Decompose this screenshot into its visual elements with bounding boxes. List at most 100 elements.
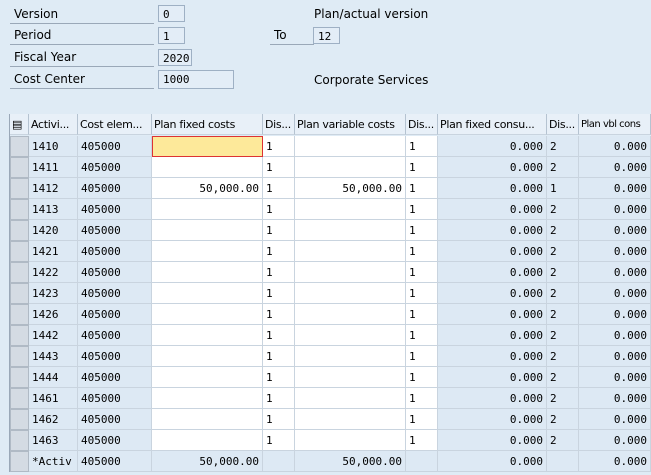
column-header-dist-key-variable[interactable]: Dis... [406, 114, 438, 135]
column-header-dist-key-fixed[interactable]: Dis... [263, 114, 295, 135]
dist-key-variable-cell[interactable]: 1 [406, 262, 438, 283]
row-selector[interactable] [10, 283, 29, 304]
dist-key-variable-cell[interactable]: 1 [406, 430, 438, 451]
column-header-plan-variable-costs[interactable]: Plan variable costs [295, 114, 406, 135]
dist-key-variable-cell[interactable]: 1 [406, 220, 438, 241]
plan-fixed-consumption-cell: 0.000 [438, 388, 547, 409]
row-selector[interactable] [10, 304, 29, 325]
dist-key-variable-cell[interactable]: 1 [406, 157, 438, 178]
dist-key-fixed-cell[interactable]: 1 [263, 367, 295, 388]
plan-variable-costs-cell[interactable] [295, 199, 406, 220]
plan-variable-costs-cell[interactable] [295, 136, 406, 157]
dist-key-fixed-cell[interactable]: 1 [263, 136, 295, 157]
plan-variable-costs-cell[interactable] [295, 262, 406, 283]
cost-element-cell: 405000 [78, 178, 152, 199]
dist-key-fixed-cell[interactable]: 1 [263, 178, 295, 199]
row-selector[interactable] [10, 367, 29, 388]
row-selector[interactable] [10, 346, 29, 367]
fiscal-year-label: Fiscal Year [10, 48, 154, 67]
dist-key-variable-cell[interactable]: 1 [406, 199, 438, 220]
column-header-plan-fixed-consumption[interactable]: Plan fixed consu... [438, 114, 547, 135]
row-selector[interactable] [10, 451, 29, 472]
plan-variable-costs-cell[interactable]: 50,000.00 [295, 178, 406, 199]
dist-key-fixed-cell[interactable]: 1 [263, 409, 295, 430]
plan-fixed-costs-cell[interactable] [152, 346, 263, 367]
dist-key-fixed-cell[interactable]: 1 [263, 262, 295, 283]
plan-fixed-costs-cell[interactable] [152, 157, 263, 178]
activity-cell: 1413 [29, 199, 78, 220]
plan-fixed-costs-cell[interactable] [152, 199, 263, 220]
dist-key-fixed-cell[interactable]: 1 [263, 304, 295, 325]
plan-fixed-costs-cell[interactable] [152, 283, 263, 304]
plan-fixed-costs-cell[interactable]: 50,000.00 [152, 178, 263, 199]
plan-variable-costs-cell[interactable] [295, 367, 406, 388]
row-selector[interactable] [10, 220, 29, 241]
row-selector[interactable] [10, 136, 29, 157]
row-selector[interactable] [10, 241, 29, 262]
plan-variable-costs-cell[interactable] [295, 409, 406, 430]
version-field[interactable]: 0 [158, 5, 185, 22]
activity-cell: 1423 [29, 283, 78, 304]
dist-key-fixed-cell[interactable]: 1 [263, 283, 295, 304]
dist-key-consumption-cell: 2 [547, 136, 579, 157]
row-selector[interactable] [10, 409, 29, 430]
fiscal-year-field[interactable]: 2020 [158, 49, 192, 66]
cost-center-field[interactable]: 1000 [158, 70, 234, 89]
dist-key-fixed-cell[interactable]: 1 [263, 220, 295, 241]
column-header-activity[interactable]: Activi... [29, 114, 78, 135]
plan-variable-costs-cell[interactable] [295, 283, 406, 304]
dist-key-variable-cell[interactable]: 1 [406, 136, 438, 157]
row-selector[interactable] [10, 388, 29, 409]
plan-variable-costs-cell[interactable] [295, 304, 406, 325]
dist-key-fixed-cell[interactable]: 1 [263, 388, 295, 409]
plan-fixed-costs-cell[interactable] [152, 388, 263, 409]
dist-key-variable-cell[interactable]: 1 [406, 304, 438, 325]
plan-fixed-costs-cell[interactable] [152, 304, 263, 325]
dist-key-fixed-cell [263, 451, 295, 472]
row-selector[interactable] [10, 178, 29, 199]
dist-key-variable-cell[interactable]: 1 [406, 283, 438, 304]
period-to-field[interactable]: 12 [313, 27, 340, 44]
row-selector[interactable] [10, 262, 29, 283]
dist-key-variable-cell[interactable]: 1 [406, 346, 438, 367]
plan-variable-consumption-cell: 0.000 [579, 178, 651, 199]
plan-variable-costs-cell[interactable] [295, 241, 406, 262]
plan-fixed-costs-cell[interactable] [152, 241, 263, 262]
select-all-icon[interactable]: ▤ [10, 114, 29, 135]
dist-key-fixed-cell[interactable]: 1 [263, 241, 295, 262]
plan-variable-costs-cell[interactable] [295, 346, 406, 367]
plan-fixed-consumption-cell: 0.000 [438, 178, 547, 199]
plan-variable-costs-cell[interactable] [295, 157, 406, 178]
column-header-plan-fixed-costs[interactable]: Plan fixed costs [152, 114, 263, 135]
row-selector[interactable] [10, 199, 29, 220]
dist-key-variable-cell[interactable]: 1 [406, 367, 438, 388]
row-selector[interactable] [10, 157, 29, 178]
row-selector[interactable] [10, 430, 29, 451]
dist-key-variable-cell[interactable]: 1 [406, 241, 438, 262]
dist-key-variable-cell[interactable]: 1 [406, 325, 438, 346]
row-selector[interactable] [10, 325, 29, 346]
plan-fixed-costs-cell[interactable] [152, 262, 263, 283]
column-header-dist-key-consumption[interactable]: Dis... [547, 114, 579, 135]
dist-key-variable-cell[interactable]: 1 [406, 409, 438, 430]
plan-fixed-costs-cell[interactable] [152, 136, 263, 157]
plan-fixed-costs-cell[interactable] [152, 367, 263, 388]
dist-key-variable-cell[interactable]: 1 [406, 178, 438, 199]
plan-fixed-costs-cell[interactable] [152, 430, 263, 451]
column-header-plan-variable-consumption[interactable]: Plan vbl cons [579, 114, 651, 135]
dist-key-fixed-cell[interactable]: 1 [263, 157, 295, 178]
plan-fixed-costs-cell[interactable] [152, 409, 263, 430]
dist-key-fixed-cell[interactable]: 1 [263, 346, 295, 367]
column-header-cost-element[interactable]: Cost elem... [78, 114, 152, 135]
plan-fixed-costs-cell[interactable] [152, 325, 263, 346]
dist-key-fixed-cell[interactable]: 1 [263, 325, 295, 346]
plan-variable-costs-cell[interactable] [295, 325, 406, 346]
plan-variable-costs-cell[interactable] [295, 220, 406, 241]
plan-variable-costs-cell[interactable] [295, 430, 406, 451]
plan-fixed-costs-cell[interactable] [152, 220, 263, 241]
dist-key-fixed-cell[interactable]: 1 [263, 199, 295, 220]
plan-variable-costs-cell[interactable] [295, 388, 406, 409]
dist-key-variable-cell[interactable]: 1 [406, 388, 438, 409]
period-from-field[interactable]: 1 [158, 27, 185, 44]
dist-key-fixed-cell[interactable]: 1 [263, 430, 295, 451]
